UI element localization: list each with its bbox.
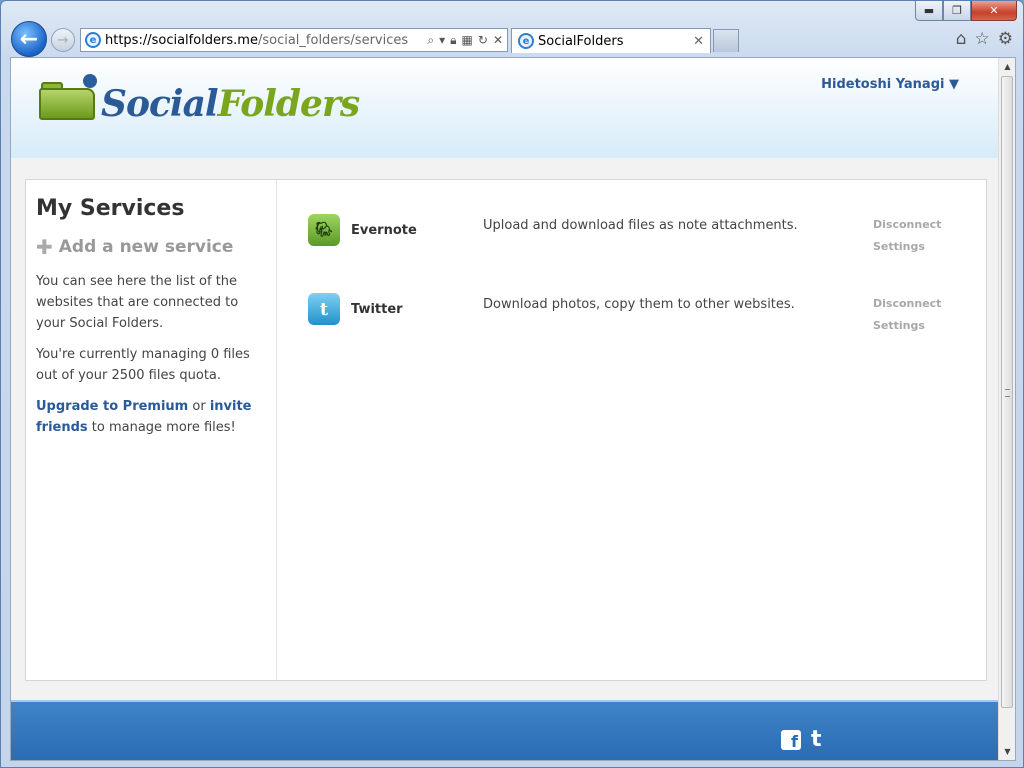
stop-icon[interactable]: ✕: [493, 33, 503, 47]
main-panel: My Services ✚ Add a new service You can …: [25, 179, 987, 681]
service-row-evernote: 🐘︎ Evernote Upload and download files as…: [308, 214, 968, 293]
browser-toolbar-right: ⌂ ☆ ⚙: [956, 29, 1013, 49]
search-icon[interactable]: ⌕: [427, 33, 434, 48]
window-caption-buttons: ▬ ❐ ✕: [915, 1, 1017, 21]
socialfolders-logo[interactable]: SocialFolders: [39, 74, 361, 125]
minimize-button[interactable]: ▬: [915, 1, 943, 21]
maximize-button[interactable]: ❐: [943, 1, 971, 21]
compatibility-icon[interactable]: ▦: [462, 33, 473, 47]
quota-text: You're currently managing 0 files out of…: [36, 347, 250, 383]
site-header: SocialFolders Hidetoshi Yanagi ▼: [11, 58, 999, 158]
service-name: Evernote: [351, 223, 417, 238]
folder-logo-icon: [39, 74, 99, 122]
add-service-label: Add a new service: [58, 237, 234, 257]
service-description: Download photos, copy them to other webs…: [483, 297, 795, 312]
facebook-icon[interactable]: f: [781, 730, 801, 750]
add-service-link[interactable]: ✚ Add a new service: [36, 235, 266, 259]
scroll-down-arrow-icon[interactable]: ▼: [999, 743, 1015, 760]
service-actions: Disconnect Settings: [873, 293, 941, 337]
service-row-twitter: t Twitter Download photos, copy them to …: [308, 293, 968, 372]
or-text: or: [188, 399, 210, 414]
sidebar-description: You can see here the list of the website…: [36, 274, 239, 331]
tab-ie-icon: e: [518, 33, 534, 49]
scrollbar-thumb[interactable]: [1001, 76, 1013, 708]
site-footer: f t: [11, 700, 999, 760]
url-host: https://socialfolders.me: [105, 32, 258, 48]
evernote-icon: 🐘︎: [308, 214, 340, 246]
address-bar-icons: ⌕ ▾ 🔒︎ ▦ ↻ ✕: [427, 33, 507, 48]
scroll-up-arrow-icon[interactable]: ▲: [999, 58, 1015, 75]
twitter-footer-icon[interactable]: t: [811, 729, 822, 751]
service-name: Twitter: [351, 302, 403, 317]
ie-page-icon: e: [85, 32, 101, 48]
sidebar: My Services ✚ Add a new service You can …: [26, 180, 277, 680]
forward-button[interactable]: →: [51, 28, 75, 52]
page-viewport: SocialFolders Hidetoshi Yanagi ▼ My Serv…: [10, 57, 1016, 761]
favorites-star-icon[interactable]: ☆: [975, 29, 990, 49]
refresh-icon[interactable]: ↻: [478, 33, 488, 47]
logo-text-social: Social: [101, 83, 219, 125]
manage-more-text: to manage more files!: [87, 420, 236, 435]
url-text[interactable]: https://socialfolders.me/social_folders/…: [105, 33, 408, 48]
settings-twitter-link[interactable]: Settings: [873, 315, 941, 337]
service-actions: Disconnect Settings: [873, 214, 941, 258]
sidebar-title: My Services: [36, 196, 185, 221]
tab-title: SocialFolders: [538, 33, 624, 49]
vertical-scrollbar[interactable]: ▲ ▼: [998, 58, 1015, 760]
address-bar[interactable]: e https://socialfolders.me/social_folder…: [80, 28, 508, 52]
forward-arrow-icon: →: [57, 32, 69, 48]
upgrade-premium-link[interactable]: Upgrade to Premium: [36, 399, 188, 414]
close-window-button[interactable]: ✕: [971, 1, 1017, 21]
back-button[interactable]: ←: [11, 21, 47, 57]
url-path: /social_folders/services: [257, 32, 409, 48]
dropdown-chevron-icon[interactable]: ▾: [439, 33, 445, 47]
logo-text-folders: Folders: [217, 83, 361, 125]
upgrade-paragraph: Upgrade to Premium or invite friends to …: [36, 396, 266, 438]
home-icon[interactable]: ⌂: [956, 29, 967, 49]
tools-gear-icon[interactable]: ⚙: [998, 29, 1013, 49]
page: SocialFolders Hidetoshi Yanagi ▼ My Serv…: [11, 58, 999, 760]
services-list: 🐘︎ Evernote Upload and download files as…: [308, 214, 968, 372]
back-arrow-icon: ←: [19, 26, 39, 52]
new-tab-button[interactable]: [713, 29, 739, 52]
tab-socialfolders[interactable]: e SocialFolders ✕: [511, 28, 711, 53]
browser-window: ▬ ❐ ✕ ← → e https://socialfolders.me/soc…: [0, 0, 1024, 768]
logo-text: SocialFolders: [101, 83, 361, 125]
disconnect-twitter-link[interactable]: Disconnect: [873, 293, 941, 315]
tab-close-icon[interactable]: ✕: [693, 34, 704, 49]
twitter-icon: t: [308, 293, 340, 325]
disconnect-evernote-link[interactable]: Disconnect: [873, 214, 941, 236]
user-menu[interactable]: Hidetoshi Yanagi ▼: [821, 77, 959, 92]
plus-icon: ✚: [36, 235, 53, 259]
lock-icon[interactable]: 🔒︎: [450, 33, 456, 48]
footer-social-icons: f t: [781, 729, 822, 751]
settings-evernote-link[interactable]: Settings: [873, 236, 941, 258]
service-description: Upload and download files as note attach…: [483, 218, 798, 233]
